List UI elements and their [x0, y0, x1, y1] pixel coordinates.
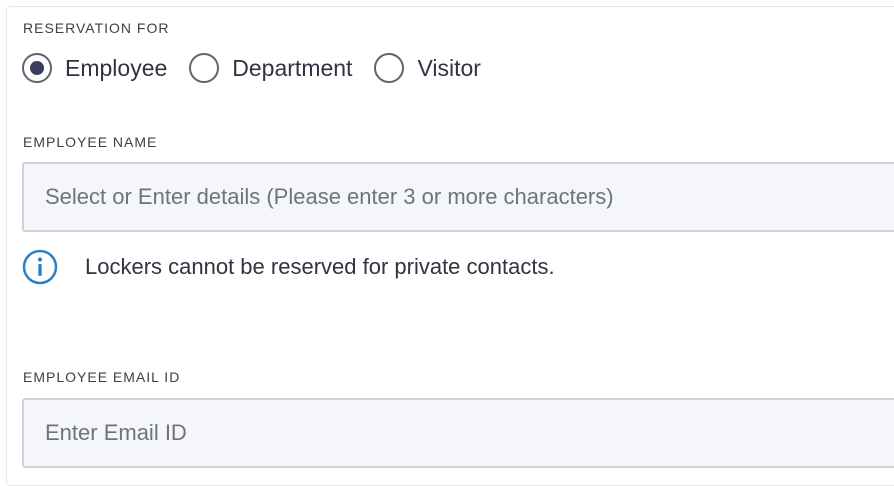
- radio-visitor-label[interactable]: Visitor: [417, 55, 481, 82]
- radio-visitor[interactable]: Visitor: [374, 53, 481, 83]
- reservation-for-label: RESERVATION FOR: [23, 20, 170, 36]
- employee-name-input[interactable]: [22, 162, 894, 232]
- employee-email-input[interactable]: [22, 398, 894, 468]
- employee-email-label: EMPLOYEE EMAIL ID: [23, 369, 181, 385]
- radio-department-label[interactable]: Department: [232, 55, 352, 82]
- radio-selected-dot: [30, 61, 44, 75]
- radio-employee[interactable]: Employee: [22, 53, 167, 83]
- radio-employee-label[interactable]: Employee: [65, 55, 167, 82]
- info-message: Lockers cannot be reserved for private c…: [22, 249, 555, 285]
- info-text: Lockers cannot be reserved for private c…: [85, 254, 555, 279]
- reservation-for-radio-group: Employee Department Visitor: [22, 51, 503, 85]
- radio-employee-circle[interactable]: [22, 53, 52, 83]
- employee-name-label: EMPLOYEE NAME: [23, 134, 158, 150]
- info-icon: [22, 249, 58, 285]
- radio-department[interactable]: Department: [189, 53, 352, 83]
- radio-department-circle[interactable]: [189, 53, 220, 83]
- radio-visitor-circle[interactable]: [374, 53, 405, 83]
